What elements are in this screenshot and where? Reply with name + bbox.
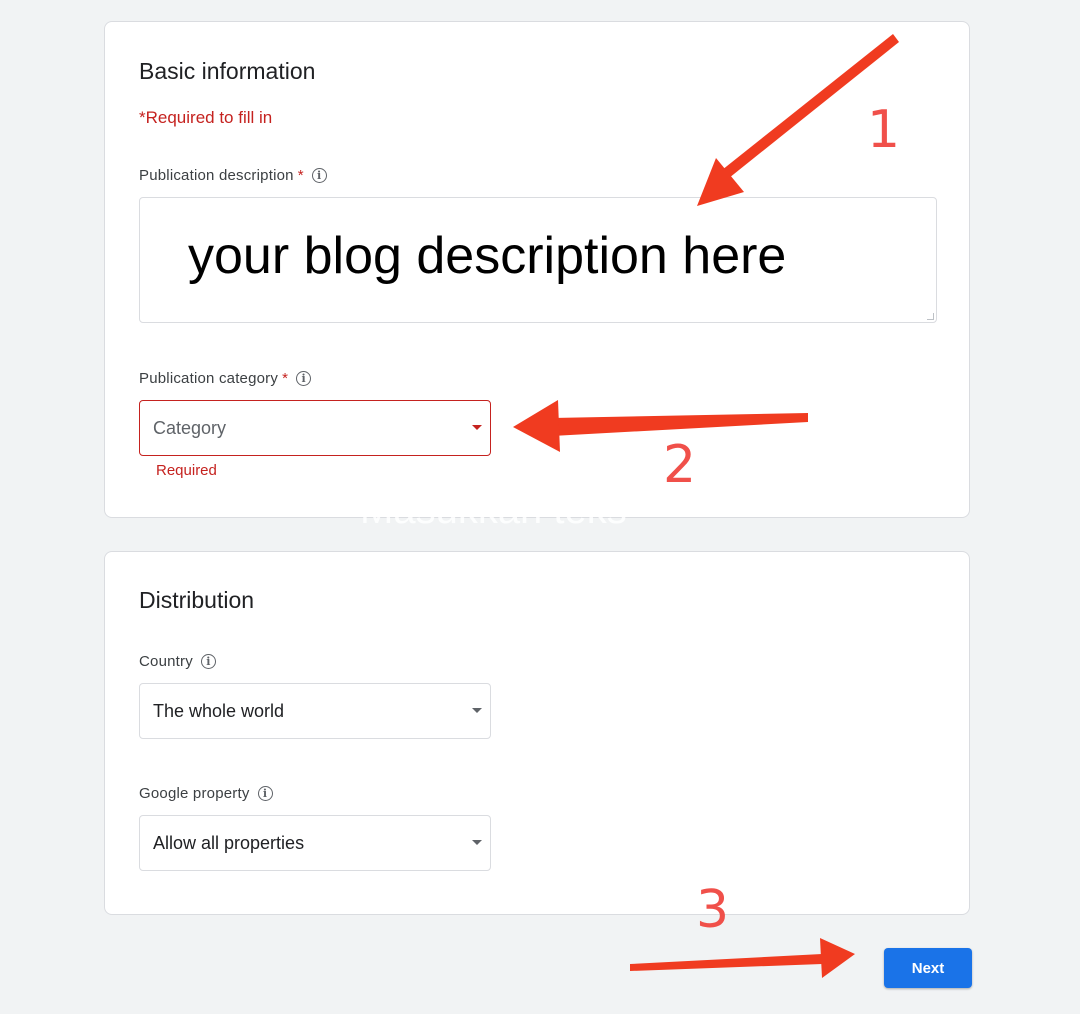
info-icon[interactable]: i: [311, 168, 327, 183]
publication-category-label-text: Publication category: [139, 370, 279, 387]
distribution-title: Distribution: [139, 587, 255, 613]
dropdown-caret-icon: [472, 840, 482, 845]
basic-information-title: Basic information: [139, 58, 316, 84]
annotation-step-3: 3: [696, 880, 730, 940]
publication-description-textarea[interactable]: your blog description here: [139, 197, 937, 323]
google-property-select[interactable]: Allow all properties: [139, 815, 491, 871]
publication-category-label: Publication category * i: [139, 370, 312, 387]
publication-category-select[interactable]: Category: [139, 400, 491, 456]
page: Basic information *Required to fill in P…: [0, 0, 1080, 1014]
required-note: *Required to fill in: [139, 108, 273, 127]
info-icon[interactable]: i: [296, 371, 312, 386]
dropdown-caret-icon: [472, 708, 482, 713]
country-select[interactable]: The whole world: [139, 683, 491, 739]
google-property-label: Google property i: [139, 785, 273, 802]
google-property-label-text: Google property: [139, 785, 250, 802]
required-star: *: [297, 167, 304, 184]
required-star: *: [282, 370, 289, 387]
arrow-3: [630, 938, 855, 978]
distribution-card: Distribution Country i The whole world G…: [104, 551, 970, 915]
country-value: The whole world: [153, 700, 285, 721]
resize-handle[interactable]: [927, 313, 934, 320]
info-icon[interactable]: i: [200, 654, 216, 669]
publication-description-label: Publication description * i: [139, 167, 327, 184]
country-label-text: Country: [139, 653, 193, 670]
category-error-text: Required: [156, 462, 217, 479]
annotation-step-2: 2: [663, 435, 697, 495]
country-label: Country i: [139, 653, 216, 670]
publication-category-placeholder: Category: [153, 417, 227, 438]
next-button[interactable]: Next: [884, 948, 972, 988]
basic-information-card: Basic information *Required to fill in P…: [104, 21, 970, 518]
dropdown-caret-icon: [472, 425, 482, 430]
publication-description-value: your blog description here: [188, 227, 787, 285]
info-icon[interactable]: i: [257, 786, 273, 801]
google-property-value: Allow all properties: [153, 832, 305, 853]
publication-description-label-text: Publication description: [139, 167, 294, 184]
annotation-step-1: 1: [867, 100, 901, 160]
watermark-text: Masukkan teks: [360, 488, 627, 532]
